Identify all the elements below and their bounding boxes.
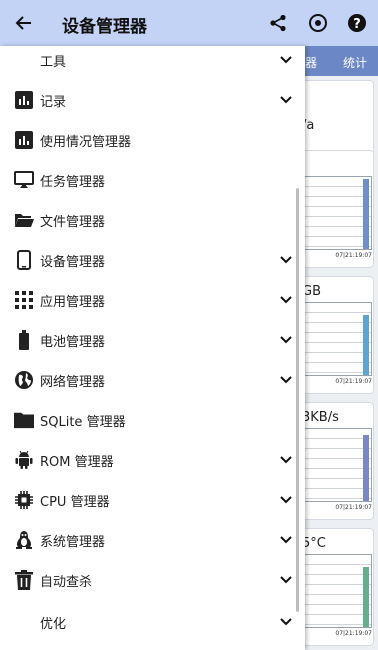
chart-timestamp: 07|21:19:07: [335, 378, 372, 385]
linux-penguin-icon: [14, 530, 34, 550]
app-grid-icon: [14, 290, 34, 310]
stat-chart: [304, 554, 372, 628]
tab-partial[interactable]: 器: [305, 54, 317, 71]
drawer-item-label: 系统管理器: [40, 535, 106, 550]
chevron-down-icon[interactable]: [276, 90, 296, 110]
drawer-item-rom-manager[interactable]: ROM 管理器: [0, 440, 305, 480]
chart-timestamp: 07|21:19:07: [335, 252, 372, 259]
chevron-down-icon[interactable]: [276, 450, 296, 470]
drawer-item-label: 记录: [40, 95, 67, 110]
chart-bar: [363, 179, 369, 249]
page-title: 设备管理器: [62, 17, 147, 37]
drawer-item-label: 优化: [40, 617, 67, 632]
bar-chart-icon: [14, 90, 34, 110]
drawer-item-auto-kill[interactable]: 自动查杀: [0, 560, 305, 600]
drawer-scrollbar[interactable]: [296, 188, 299, 612]
stat-value: 5°C: [302, 536, 326, 551]
bar-chart-icon: [14, 130, 34, 150]
drawer-item-label: SQLite 管理器: [40, 415, 126, 430]
drawer-item-label: 使用情况管理器: [40, 135, 132, 150]
chart-bar: [363, 435, 369, 501]
drawer-item-label: 电池管理器: [40, 335, 106, 350]
stat-card[interactable]: GB 07|21:19:07: [300, 276, 374, 394]
chart-bar: [363, 315, 369, 375]
drawer-item-cpu-manager[interactable]: CPU 管理器: [0, 480, 305, 520]
android-icon: [14, 450, 34, 470]
stat-card[interactable]: 3KB/s 07|21:19:07: [300, 402, 374, 520]
drawer-item-sqlite-manager[interactable]: SQLite 管理器: [0, 400, 305, 440]
cast-screen-icon: [14, 170, 34, 190]
stat-value: 3KB/s: [302, 410, 339, 425]
tab-statistics[interactable]: 统计: [343, 54, 367, 71]
stat-chart: [304, 302, 372, 376]
chevron-down-icon[interactable]: [276, 250, 296, 270]
stat-card[interactable]: 5°C 07|21:19:07: [300, 528, 374, 646]
drawer-item-label: 应用管理器: [40, 295, 106, 310]
battery-icon: [14, 330, 34, 350]
drawer-item-file-manager[interactable]: 文件管理器: [0, 200, 305, 240]
record-target-icon[interactable]: [306, 11, 330, 35]
chevron-down-icon[interactable]: [276, 290, 296, 310]
chart-bar: [363, 567, 369, 627]
drawer-item-usage-manager[interactable]: 使用情况管理器: [0, 120, 305, 160]
chevron-down-icon[interactable]: [276, 490, 296, 510]
folder-open-icon: [14, 210, 34, 230]
drawer-item-app-manager[interactable]: 应用管理器: [0, 280, 305, 320]
drawer-item-battery-manager[interactable]: 电池管理器: [0, 320, 305, 360]
back-arrow-icon[interactable]: [12, 11, 36, 35]
drawer-item-label: 文件管理器: [40, 215, 106, 230]
drawer-item-device-manager[interactable]: 设备管理器: [0, 240, 305, 280]
chart-timestamp: 07|21:19:07: [335, 504, 372, 511]
chevron-down-icon[interactable]: [276, 530, 296, 550]
svg-text:?: ?: [353, 17, 361, 32]
drawer-item-network-manager[interactable]: 网络管理器: [0, 360, 305, 400]
drawer-item-optimize[interactable]: 优化: [0, 602, 305, 642]
navigation-drawer: 工具 记录 使用情况管理器 任务管理器 文件管理器 设备管理器 应用管理器 电池…: [0, 46, 305, 650]
globe-icon: [14, 370, 34, 390]
stat-card[interactable]: 07|21:19:07: [300, 150, 374, 268]
drawer-item-label: 设备管理器: [40, 255, 106, 270]
chevron-down-icon[interactable]: [276, 612, 296, 632]
chevron-down-icon[interactable]: [276, 370, 296, 390]
chevron-down-icon[interactable]: [276, 50, 296, 70]
folder-icon: [14, 410, 34, 430]
drawer-item-label: 任务管理器: [40, 175, 106, 190]
chevron-down-icon[interactable]: [276, 330, 296, 350]
drawer-item-label: 网络管理器: [40, 375, 106, 390]
drawer-item-label: ROM 管理器: [40, 455, 114, 470]
background-tab-bar: 器 统计: [305, 46, 378, 76]
share-icon[interactable]: [266, 11, 290, 35]
help-icon[interactable]: ?: [345, 11, 369, 35]
chevron-down-icon[interactable]: [276, 570, 296, 590]
drawer-item-tools[interactable]: 工具: [0, 40, 305, 80]
drawer-item-records[interactable]: 记录: [0, 80, 305, 120]
stat-chart: [304, 176, 372, 250]
drawer-item-label: 工具: [40, 55, 67, 70]
drawer-item-task-manager[interactable]: 任务管理器: [0, 160, 305, 200]
stat-chart: [304, 428, 372, 502]
drawer-item-system-manager[interactable]: 系统管理器: [0, 520, 305, 560]
drawer-item-label: CPU 管理器: [40, 495, 110, 510]
smartphone-icon: [14, 250, 34, 270]
trash-icon: [14, 570, 34, 590]
drawer-item-label: 自动查杀: [40, 575, 93, 590]
chart-timestamp: 07|21:19:07: [335, 630, 372, 637]
cpu-chip-icon: [14, 490, 34, 510]
